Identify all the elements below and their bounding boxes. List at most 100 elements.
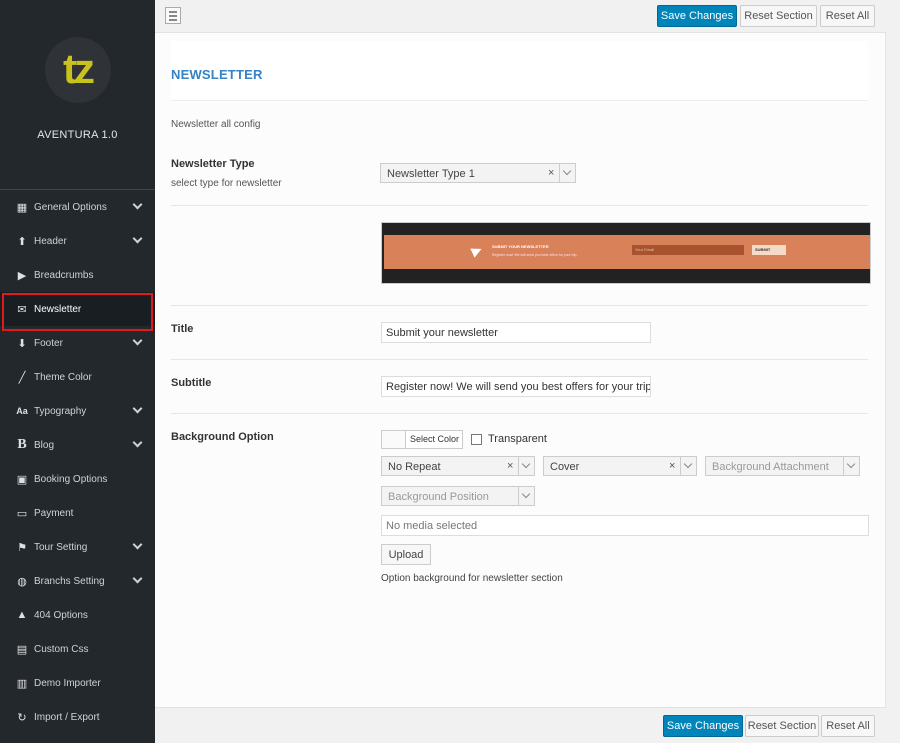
transparent-checkbox[interactable]: [471, 434, 482, 445]
select-color-label: Select Color: [410, 434, 460, 444]
refresh-icon: ↻: [17, 711, 27, 724]
newsletter-preview-image: SUBMIT YOUR NEWSLETTER Register now! We …: [381, 222, 871, 284]
background-attachment-placeholder: Background Attachment: [712, 461, 829, 473]
logo-text: tz: [63, 45, 95, 92]
sidebar-item-label: Newsletter: [34, 303, 82, 315]
main-panel: Save Changes Reset Section Reset All NEW…: [155, 0, 886, 743]
sidebar-item-payment[interactable]: ▭ Payment: [0, 496, 155, 530]
chevron-down-icon: [132, 199, 143, 210]
sidebar-item-breadcrumbs[interactable]: ▶ Breadcrumbs: [0, 258, 155, 292]
divider: [171, 413, 868, 414]
transparent-label: Transparent: [488, 433, 547, 445]
reset-all-button[interactable]: Reset All: [820, 5, 875, 27]
sidebar-item-label: Breadcrumbs: [34, 269, 94, 281]
sidebar-item-demo-importer[interactable]: ▥ Demo Importer: [0, 666, 155, 700]
background-position-select[interactable]: Background Position: [381, 486, 535, 506]
background-attachment-select[interactable]: Background Attachment: [705, 456, 860, 476]
sidebar: tz AVENTURA 1.0 ▦ General Options ⬆ Header…: [0, 0, 155, 743]
credit-card-icon: ▭: [16, 507, 28, 520]
options-content: NEWSLETTER Newsletter all config Newslet…: [155, 33, 886, 707]
sidebar-item-label: Branchs Setting: [34, 575, 105, 587]
sidebar-item-branchs-setting[interactable]: ◍ Branchs Setting: [0, 564, 155, 598]
preview-subtext: Register now! We will send you best offe…: [492, 253, 578, 257]
newsletter-type-label: Newsletter Type: [171, 158, 255, 170]
select-color-button[interactable]: Select Color: [381, 430, 463, 449]
play-icon: ▶: [17, 269, 27, 282]
save-button[interactable]: Save Changes: [657, 5, 737, 27]
logo[interactable]: tz: [44, 37, 111, 103]
clear-icon[interactable]: ×: [507, 460, 513, 472]
expand-options-icon[interactable]: [165, 7, 181, 24]
chevron-down-icon: [680, 457, 696, 475]
newsletter-type-select[interactable]: Newsletter Type 1 ×: [380, 163, 576, 183]
flag-icon: ⚑: [17, 541, 27, 554]
section-description: Newsletter all config: [171, 119, 261, 130]
top-toolbar: Save Changes Reset Section Reset All: [155, 0, 886, 33]
reset-section-button[interactable]: Reset Section: [745, 715, 819, 737]
sidebar-item-label: General Options: [34, 201, 107, 213]
chevron-down-icon: [559, 164, 575, 182]
save-button[interactable]: Save Changes: [663, 715, 743, 737]
grid-icon: ▦: [16, 201, 28, 214]
newsletter-type-value: Newsletter Type 1: [387, 168, 475, 180]
brand: tz AVENTURA 1.0: [0, 37, 155, 190]
sidebar-item-label: Blog: [34, 439, 55, 451]
sidebar-item-label: Tour Setting: [34, 541, 88, 553]
subtitle-label: Subtitle: [171, 377, 212, 389]
upload-button[interactable]: Upload: [381, 544, 431, 565]
sidebar-item-newsletter[interactable]: ✉ Newsletter: [0, 292, 155, 331]
divider: [171, 305, 868, 306]
reset-section-button[interactable]: Reset Section: [740, 5, 817, 27]
subtitle-input[interactable]: Register now! We will send you best offe…: [381, 376, 651, 397]
color-preview: [382, 431, 406, 448]
chevron-down-icon: [132, 573, 143, 584]
sidebar-item-blog[interactable]: B Blog: [0, 428, 155, 462]
globe-icon: ◍: [17, 575, 27, 588]
chevron-down-icon: [518, 487, 534, 505]
sidebar-item-footer[interactable]: ⬇ Footer: [0, 326, 155, 360]
monitor-icon: ▥: [16, 677, 28, 690]
sidebar-item-booking-options[interactable]: ▣ Booking Options: [0, 462, 155, 496]
chevron-down-icon: [132, 437, 143, 448]
sidebar-item-tour-setting[interactable]: ⚑ Tour Setting: [0, 530, 155, 564]
brand-name: AVENTURA 1.0: [37, 129, 118, 141]
preview-submit-button: SUBMIT: [752, 245, 786, 255]
sidebar-item-header[interactable]: ⬆ Header: [0, 224, 155, 258]
background-option-label: Background Option: [171, 431, 274, 443]
background-repeat-select[interactable]: No Repeat ×: [381, 456, 535, 476]
sidebar-item-label: Typography: [34, 405, 87, 417]
sidebar-item-label: 404 Options: [34, 609, 88, 621]
newsletter-type-sublabel: select type for newsletter: [171, 178, 282, 189]
sidebar-item-custom-css[interactable]: ▤ Custom Css: [0, 632, 155, 666]
background-position-placeholder: Background Position: [388, 491, 489, 503]
media-url-input[interactable]: No media selected: [381, 515, 869, 536]
chevron-down-icon: [843, 457, 859, 475]
sidebar-item-theme-color[interactable]: ╱ Theme Color: [0, 360, 155, 394]
sidebar-item-404-options[interactable]: ▲ 404 Options: [0, 598, 155, 632]
clear-icon[interactable]: ×: [548, 167, 554, 179]
book-icon: ▣: [16, 473, 28, 486]
arrow-down-icon: ⬇: [17, 337, 27, 350]
clear-icon[interactable]: ×: [669, 460, 675, 472]
background-size-value: Cover: [550, 461, 580, 473]
section-title: NEWSLETTER: [171, 67, 263, 82]
bold-b-icon: B: [17, 437, 27, 452]
preview-heading: SUBMIT YOUR NEWSLETTER: [492, 244, 549, 249]
sidebar-item-label: Payment: [34, 507, 74, 519]
sidebar-item-general-options[interactable]: ▦ General Options: [0, 190, 155, 224]
section-header: NEWSLETTER: [171, 41, 868, 101]
preview-email-input: Your Email: [632, 245, 744, 255]
background-repeat-value: No Repeat: [388, 461, 441, 473]
reset-all-button[interactable]: Reset All: [821, 715, 875, 737]
sidebar-item-label: Header: [34, 235, 67, 247]
chevron-down-icon: [132, 539, 143, 550]
title-input[interactable]: Submit your newsletter: [381, 322, 651, 343]
warning-icon: ▲: [16, 609, 28, 621]
background-size-select[interactable]: Cover ×: [543, 456, 697, 476]
divider: [171, 205, 868, 206]
divider: [171, 359, 868, 360]
sidebar-item-label: Footer: [34, 337, 63, 349]
code-icon: ▤: [16, 643, 28, 656]
sidebar-item-import-export[interactable]: ↻ Import / Export: [0, 700, 155, 734]
sidebar-item-typography[interactable]: Aa Typography: [0, 394, 155, 428]
